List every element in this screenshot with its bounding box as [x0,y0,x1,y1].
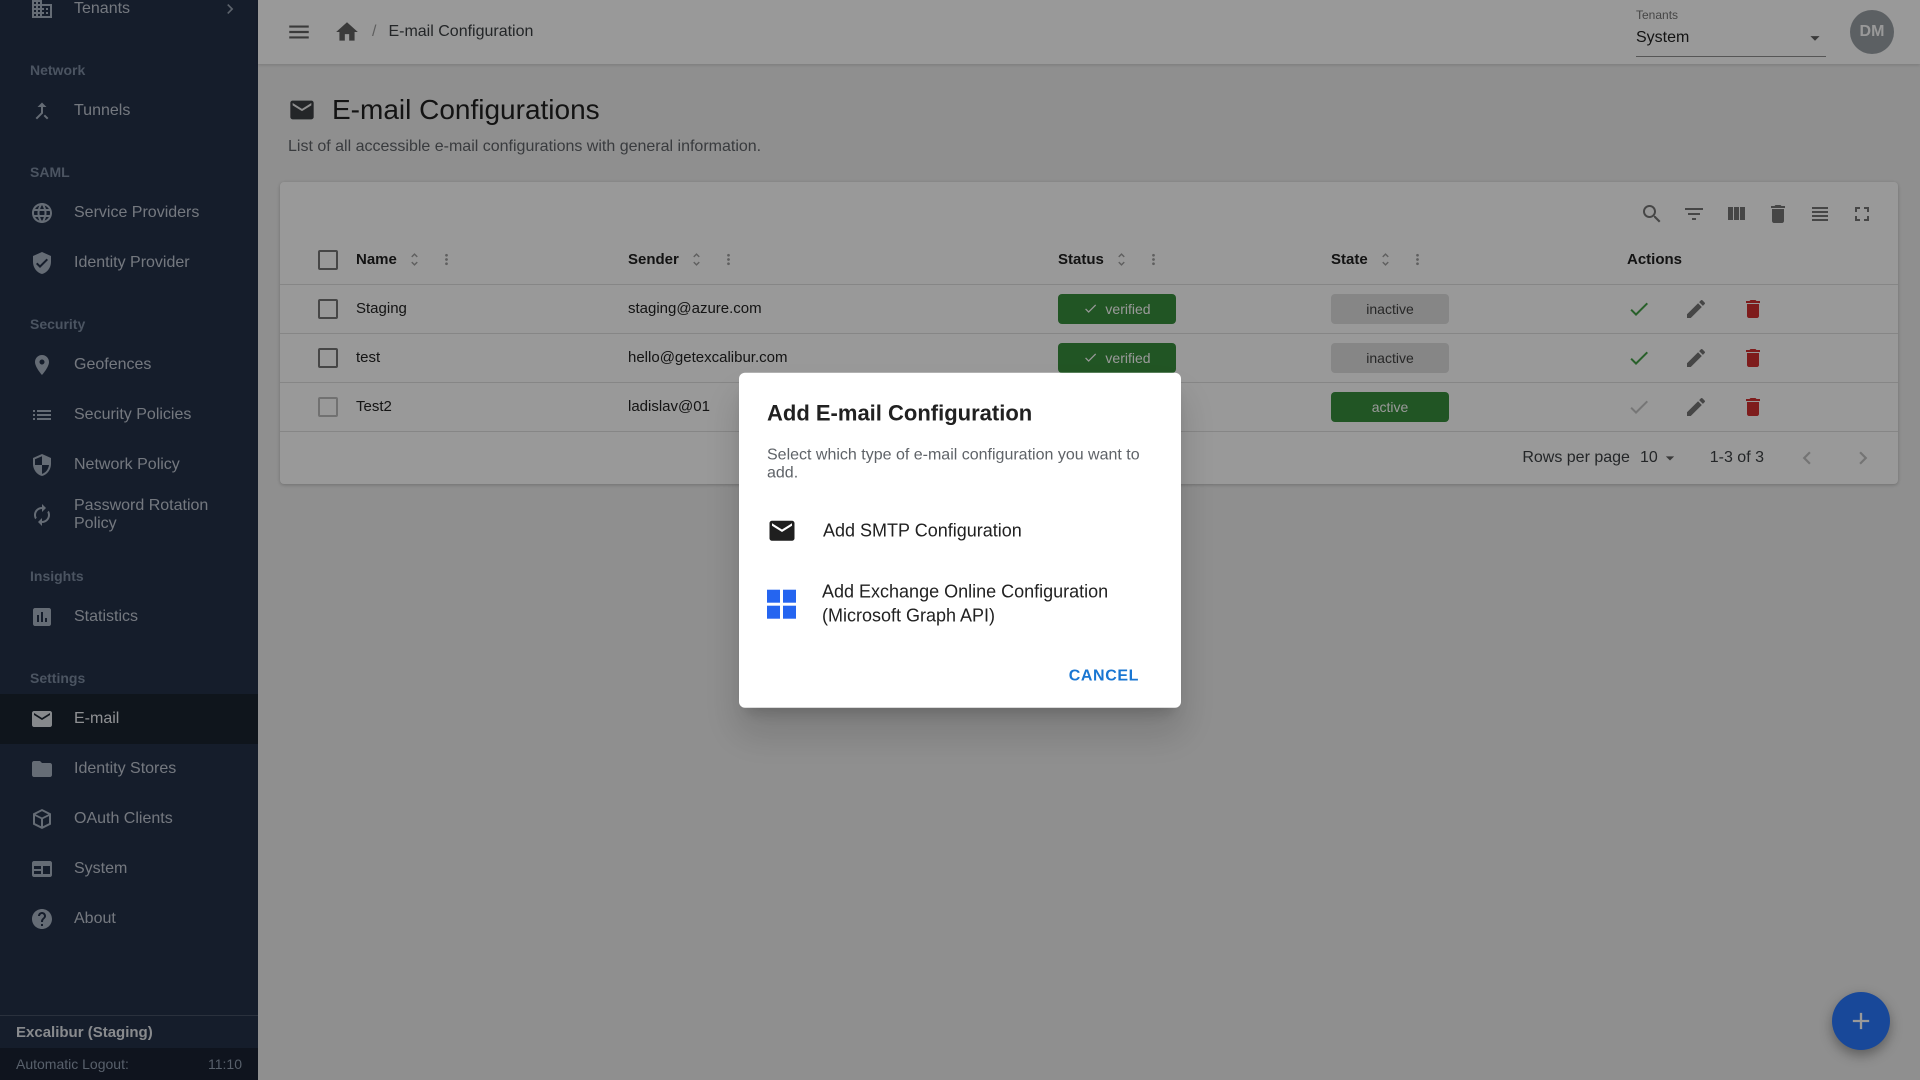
mail-icon [767,516,797,546]
option-label: Add Exchange Online Configuration (Micro… [822,580,1122,629]
dialog-description: Select which type of e-mail configuratio… [767,447,1153,483]
dialog-title: Add E-mail Configuration [767,401,1153,427]
dialog-actions: CANCEL [767,657,1153,695]
add-email-configuration-dialog: Add E-mail Configuration Select which ty… [739,373,1181,708]
app-root: Tenants Network Tunnels SAML Service Pro… [0,0,1920,1080]
dialog-options: Add SMTP Configuration Add Exchange Onli… [767,499,1153,646]
option-label: Add SMTP Configuration [823,519,1022,543]
cancel-button[interactable]: CANCEL [1055,657,1153,695]
microsoft-logo-icon [767,590,796,619]
add-smtp-configuration-option[interactable]: Add SMTP Configuration [767,499,1153,563]
add-exchange-online-configuration-option[interactable]: Add Exchange Online Configuration (Micro… [767,563,1153,646]
